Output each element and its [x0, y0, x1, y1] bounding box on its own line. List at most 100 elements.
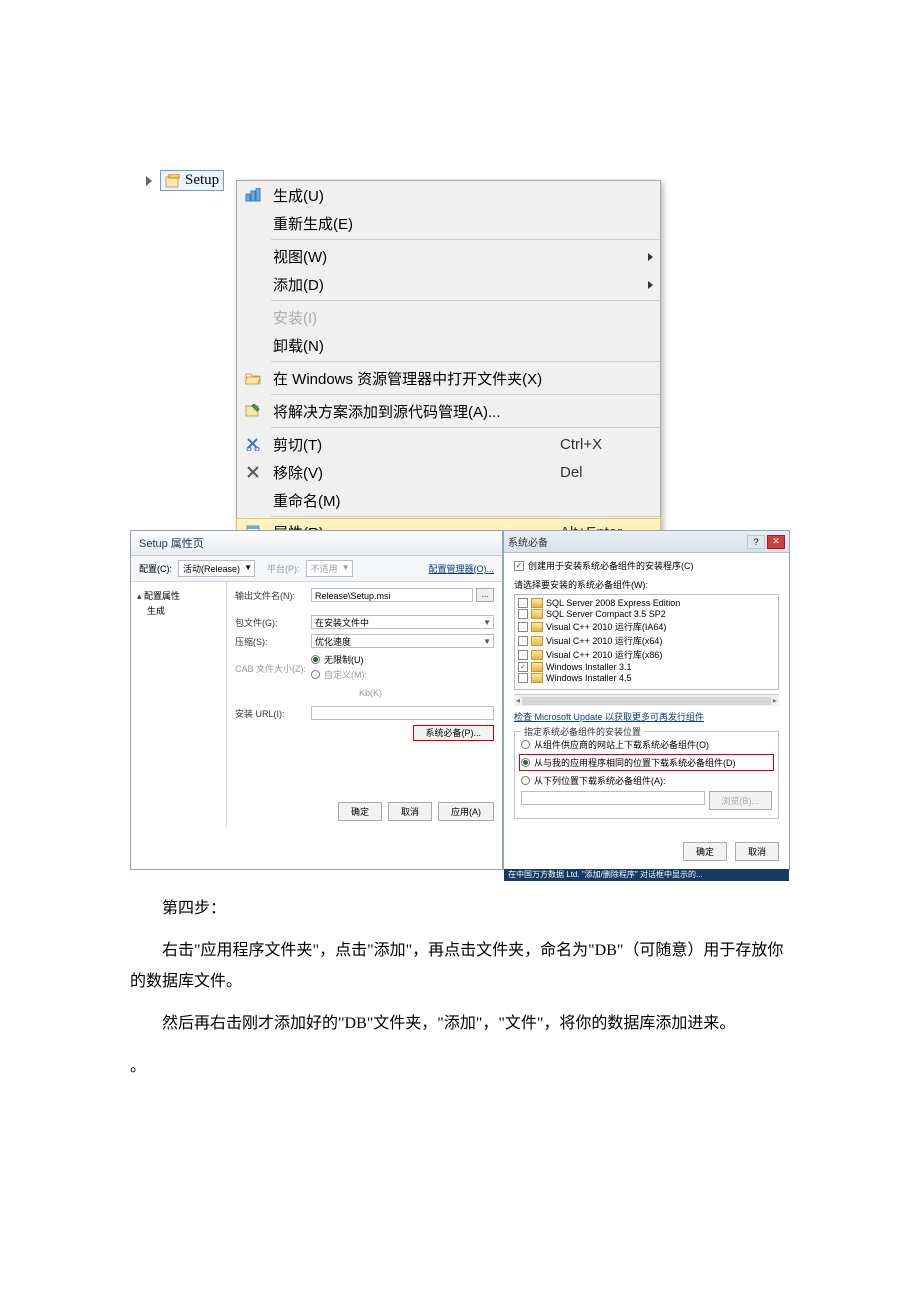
prereq-item[interactable]: Windows Installer 3.1 — [518, 662, 775, 673]
compress-label: 压缩(S): — [235, 635, 311, 648]
prereq-item-checkbox[interactable] — [518, 662, 528, 672]
microsoft-update-link[interactable]: 检查 Microsoft Update 以获取更多可再发行组件 — [514, 710, 704, 723]
close-button[interactable]: ✕ — [767, 535, 785, 549]
remove-icon — [247, 466, 259, 478]
prereq-item-label: Visual C++ 2010 运行库(x86) — [546, 648, 662, 661]
menu-add-source-control[interactable]: 将解决方案添加到源代码管理(A)... — [237, 397, 660, 425]
source-control-icon — [245, 404, 261, 418]
config-manager-link[interactable]: 配置管理器(O)... — [429, 562, 495, 575]
browse-button[interactable]: 浏览(B)... — [709, 791, 773, 810]
menu-rebuild[interactable]: 重新生成(E) — [237, 209, 660, 237]
menu-cut[interactable]: 剪切(T) Ctrl+X — [237, 430, 660, 458]
package-label: 包文件(G): — [235, 616, 311, 629]
prereq-item-checkbox[interactable] — [518, 609, 528, 619]
setup-project-icon — [165, 174, 181, 188]
install-location-group-label: 指定系统必备组件的安装位置 — [521, 725, 644, 738]
prereq-button[interactable]: 系统必备(P)... — [413, 725, 495, 741]
prereq-item[interactable]: SQL Server 2008 Express Edition — [518, 598, 775, 609]
dialog-title: Setup 属性页 — [131, 531, 502, 556]
custom-path-input[interactable] — [521, 791, 704, 805]
prereq-item[interactable]: Visual C++ 2010 运行库(x64) — [518, 634, 775, 648]
menu-build[interactable]: 生成(U) — [237, 181, 660, 209]
prereq-item-checkbox[interactable] — [518, 636, 528, 646]
prereq-item-label: Windows Installer 3.1 — [546, 662, 632, 672]
step-heading: 第四步： — [130, 894, 790, 924]
setup-context-menu: 生成(U) 重新生成(E) 视图(W) 添加(D) 安装(I) 卸载(N) — [236, 180, 661, 546]
cab-size-label: CAB 文件大小(Z): — [235, 662, 311, 675]
package-icon — [531, 622, 543, 632]
menu-add[interactable]: 添加(D) — [237, 270, 660, 298]
cab-unlimited-radio[interactable] — [311, 655, 320, 664]
prereq-item-checkbox[interactable] — [518, 673, 528, 683]
menu-remove[interactable]: 移除(V) Del — [237, 458, 660, 486]
prereq-item-checkbox[interactable] — [518, 650, 528, 660]
period-trail: 。 — [130, 1052, 790, 1082]
menu-open-explorer[interactable]: 在 Windows 资源管理器中打开文件夹(X) — [237, 364, 660, 392]
cancel-button[interactable]: 取消 — [388, 802, 432, 821]
prereq-item-label: SQL Server 2008 Express Edition — [546, 598, 680, 608]
prereq-dialog-title: 系统必备 — [508, 534, 745, 549]
property-tree[interactable]: ▴ 配置属性 生成 — [131, 582, 227, 827]
package-combo[interactable]: 在安装文件中▼ — [311, 615, 494, 629]
config-combo[interactable]: 活动(Release)▼ — [178, 560, 255, 577]
cab-custom-radio[interactable] — [311, 670, 320, 679]
package-icon — [531, 673, 543, 683]
apply-button[interactable]: 应用(A) — [438, 802, 494, 821]
menu-rename[interactable]: 重命名(M) — [237, 486, 660, 514]
output-file-input[interactable]: Release\Setup.msi — [311, 588, 473, 602]
menu-uninstall[interactable]: 卸载(N) — [237, 331, 660, 359]
cut-icon — [246, 437, 260, 451]
status-strip: 在中国万方数据 Ltd. "添加/删除程序" 对话框中显示的... — [504, 869, 789, 881]
prerequisites-dialog: 系统必备 ? ✕ 创建用于安装系统必备组件的安装程序(C) 请选择要安装的系统必… — [503, 530, 790, 870]
platform-combo[interactable]: 不适用▼ — [306, 560, 353, 577]
package-icon — [531, 609, 543, 619]
expand-triangle-icon — [146, 176, 152, 186]
output-file-label: 输出文件名(N): — [235, 589, 311, 602]
prereq-cancel-button[interactable]: 取消 — [735, 842, 779, 861]
config-label: 配置(C): — [139, 562, 172, 575]
prereq-listbox[interactable]: SQL Server 2008 Express EditionSQL Serve… — [514, 594, 779, 690]
install-url-label: 安装 URL(I): — [235, 707, 311, 720]
output-browse-button[interactable]: ... — [476, 588, 494, 602]
menu-view[interactable]: 视图(W) — [237, 242, 660, 270]
radio-custom-path[interactable] — [521, 776, 530, 785]
prereq-item-label: Visual C++ 2010 运行库(x64) — [546, 634, 662, 647]
prereq-item[interactable]: Visual C++ 2010 运行库(x86) — [518, 648, 775, 662]
paragraph-1: 右击"应用程序文件夹"，点击"添加"，再点击文件夹，命名为"DB"（可随意）用于… — [130, 936, 790, 997]
prereq-item-label: SQL Server Compact 3.5 SP2 — [546, 609, 666, 619]
radio-same-location[interactable] — [521, 758, 530, 767]
cut-shortcut: Ctrl+X — [560, 436, 660, 453]
ok-button[interactable]: 确定 — [338, 802, 382, 821]
paragraph-2: 然后再右击刚才添加好的"DB"文件夹，"添加"，"文件"，将你的数据库添加进来。 — [130, 1009, 790, 1039]
compress-combo[interactable]: 优化速度▼ — [311, 634, 494, 648]
setup-property-page-dialog: Setup 属性页 配置(C): 活动(Release)▼ 平台(P): 不适用… — [130, 530, 503, 870]
create-setup-checkbox[interactable] — [514, 561, 524, 571]
package-icon — [531, 636, 543, 646]
prereq-item-label: Windows Installer 4.5 — [546, 673, 632, 683]
choose-components-label: 请选择要安装的系统必备组件(W): — [514, 578, 779, 591]
solution-setup-node[interactable]: Setup — [146, 170, 224, 191]
list-hscrollbar[interactable]: ◂▸ — [514, 694, 779, 706]
create-setup-label: 创建用于安装系统必备组件的安装程序(C) — [528, 559, 694, 572]
kb-label: Kb(K) — [359, 688, 382, 698]
submenu-arrow-icon — [648, 281, 653, 289]
help-button[interactable]: ? — [747, 535, 765, 549]
remove-shortcut: Del — [560, 464, 660, 481]
prereq-item-label: Visual C++ 2010 运行库(IA64) — [546, 620, 666, 633]
setup-label-text: Setup — [185, 172, 219, 189]
package-icon — [531, 650, 543, 660]
package-icon — [531, 598, 543, 608]
install-url-input[interactable] — [311, 706, 494, 720]
build-icon — [245, 188, 261, 202]
radio-vendor-site[interactable] — [521, 740, 530, 749]
prereq-item[interactable]: Visual C++ 2010 运行库(IA64) — [518, 620, 775, 634]
prereq-item-checkbox[interactable] — [518, 598, 528, 608]
submenu-arrow-icon — [648, 253, 653, 261]
platform-label: 平台(P): — [267, 562, 300, 575]
prereq-item-checkbox[interactable] — [518, 622, 528, 632]
prereq-item[interactable]: Windows Installer 4.5 — [518, 673, 775, 684]
package-icon — [531, 662, 543, 672]
prereq-item[interactable]: SQL Server Compact 3.5 SP2 — [518, 609, 775, 620]
prereq-ok-button[interactable]: 确定 — [683, 842, 727, 861]
menu-install: 安装(I) — [237, 303, 660, 331]
